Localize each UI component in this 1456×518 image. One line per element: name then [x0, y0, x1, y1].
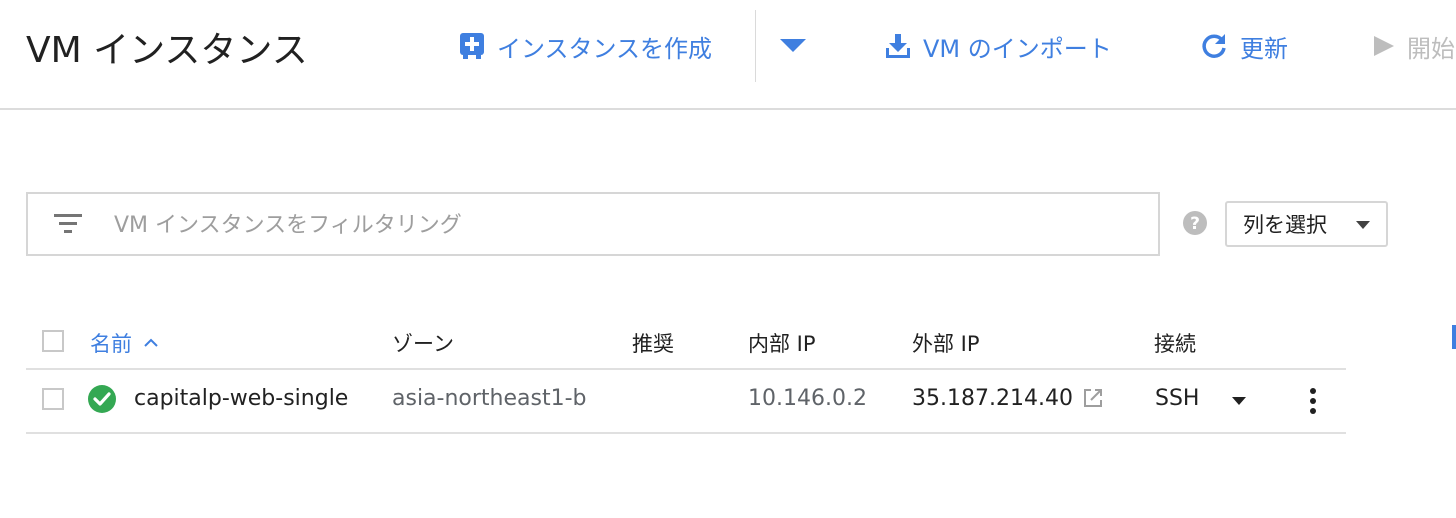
help-icon[interactable]: ?: [1182, 210, 1208, 236]
row-checkbox[interactable]: [42, 388, 64, 410]
import-vm-button[interactable]: VM のインポート: [885, 26, 1112, 66]
column-select-label: 列を選択: [1243, 213, 1327, 237]
start-button[interactable]: 開始: [1373, 26, 1455, 66]
column-header-recommendation[interactable]: 推奨: [632, 328, 674, 358]
refresh-icon: [1202, 34, 1226, 58]
play-icon: [1374, 36, 1394, 56]
svg-text:?: ?: [1190, 214, 1200, 234]
filter-bar: [26, 192, 1160, 256]
download-icon: [886, 34, 910, 58]
filter-list-icon: [54, 214, 82, 233]
toolbar-divider: [755, 10, 756, 82]
create-instance-label: インスタンスを作成: [497, 34, 713, 63]
filter-input[interactable]: [112, 206, 1116, 244]
column-header-connect[interactable]: 接続: [1154, 328, 1196, 358]
create-instance-button[interactable]: インスタンスを作成: [459, 26, 712, 66]
refresh-button[interactable]: 更新: [1200, 26, 1288, 66]
sort-ascending-icon: [144, 338, 158, 347]
instance-name-link[interactable]: capitalp-web-single: [134, 386, 348, 411]
check-circle-icon: [88, 385, 116, 413]
column-header-external-ip[interactable]: 外部 IP: [912, 328, 980, 358]
table-header-divider: [26, 368, 1346, 370]
caret-down-icon[interactable]: [1232, 397, 1246, 405]
instance-external-ip: 35.187.214.40: [912, 386, 1073, 411]
scroll-indicator: [1452, 325, 1456, 349]
caret-down-icon: [780, 39, 806, 52]
select-all-checkbox[interactable]: [42, 330, 64, 352]
column-header-zone[interactable]: ゾーン: [392, 328, 454, 358]
page-header: VM インスタンス インスタンスを作成 VM のインポート 更新 開始: [0, 0, 1456, 110]
column-select-button[interactable]: 列を選択: [1225, 201, 1388, 247]
refresh-label: 更新: [1240, 34, 1288, 63]
more-vert-icon[interactable]: [1303, 386, 1323, 416]
add-box-icon: [460, 33, 484, 59]
instance-zone: asia-northeast1-b: [392, 386, 587, 411]
start-label: 開始: [1407, 34, 1455, 63]
instance-internal-ip: 10.146.0.2: [748, 386, 867, 411]
external-link-icon[interactable]: [1082, 387, 1104, 409]
create-options-dropdown[interactable]: [780, 26, 806, 66]
page-title: VM インスタンス: [26, 30, 308, 71]
column-header-name-label: 名前: [90, 332, 132, 356]
table-row-divider: [26, 432, 1346, 434]
column-header-name[interactable]: 名前: [90, 328, 158, 358]
caret-down-icon: [1356, 221, 1370, 229]
ssh-button[interactable]: SSH: [1155, 386, 1199, 411]
column-header-internal-ip[interactable]: 内部 IP: [748, 328, 816, 358]
import-vm-label: VM のインポート: [923, 34, 1112, 63]
